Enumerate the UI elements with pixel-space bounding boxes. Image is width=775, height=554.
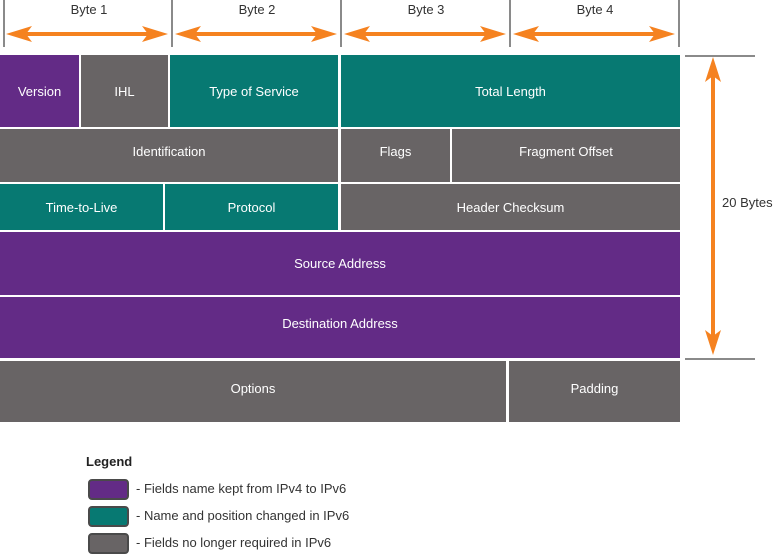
legend-text-kept: - Fields name kept from IPv4 to IPv6: [136, 481, 347, 496]
field-label: Padding: [570, 381, 619, 396]
field-total-length: Total Length: [341, 55, 680, 127]
field-label: Total Length: [475, 83, 546, 99]
field-padding: Padding: [509, 361, 680, 422]
legend-swatch-removed: [88, 533, 129, 554]
byte-3-arrow-icon: [344, 26, 506, 42]
field-header-checksum: Header Checksum: [341, 184, 680, 230]
byte-2-arrow-icon: [175, 26, 337, 42]
byte-4-arrow-icon: [513, 26, 675, 42]
field-label: Version: [17, 83, 62, 99]
field-label: Type of Service: [209, 83, 299, 99]
field-label: IHL: [114, 83, 135, 99]
field-label: Fragment Offset: [519, 144, 613, 159]
field-label: Protocol: [227, 199, 276, 215]
legend-text-changed: - Name and position changed in IPv6: [136, 508, 350, 523]
field-label: Source Address: [294, 256, 386, 271]
field-destination-address: Destination Address: [0, 297, 680, 358]
legend-title: Legend: [86, 454, 133, 469]
size-arrow-icon: [705, 57, 721, 355]
field-label: Time-to-Live: [45, 199, 118, 215]
size-top-line: [685, 55, 755, 57]
field-label: Flags: [379, 144, 412, 159]
size-bottom-line: [685, 358, 755, 360]
byte-1-arrow-icon: [6, 26, 168, 42]
field-label: Header Checksum: [456, 199, 565, 215]
field-label: Identification: [132, 144, 206, 159]
field-options: Options: [0, 361, 506, 422]
legend-swatch-changed: [88, 506, 129, 527]
field-time-to-live: Time-to-Live: [0, 184, 163, 230]
field-fragment-offset: Fragment Offset: [452, 129, 680, 182]
field-label: Destination Address: [282, 316, 398, 331]
field-version: Version: [0, 55, 79, 127]
legend-text-removed: - Fields no longer required in IPv6: [136, 535, 332, 550]
field-type-of-service: Type of Service: [170, 55, 338, 127]
field-source-address: Source Address: [0, 232, 680, 295]
size-label: 20 Bytes: [722, 195, 773, 210]
field-flags: Flags: [341, 129, 450, 182]
field-identification: Identification: [0, 129, 338, 182]
legend-swatch-kept: [88, 479, 129, 500]
field-ihl: IHL: [81, 55, 168, 127]
field-label: Options: [230, 381, 276, 396]
field-protocol: Protocol: [165, 184, 338, 230]
